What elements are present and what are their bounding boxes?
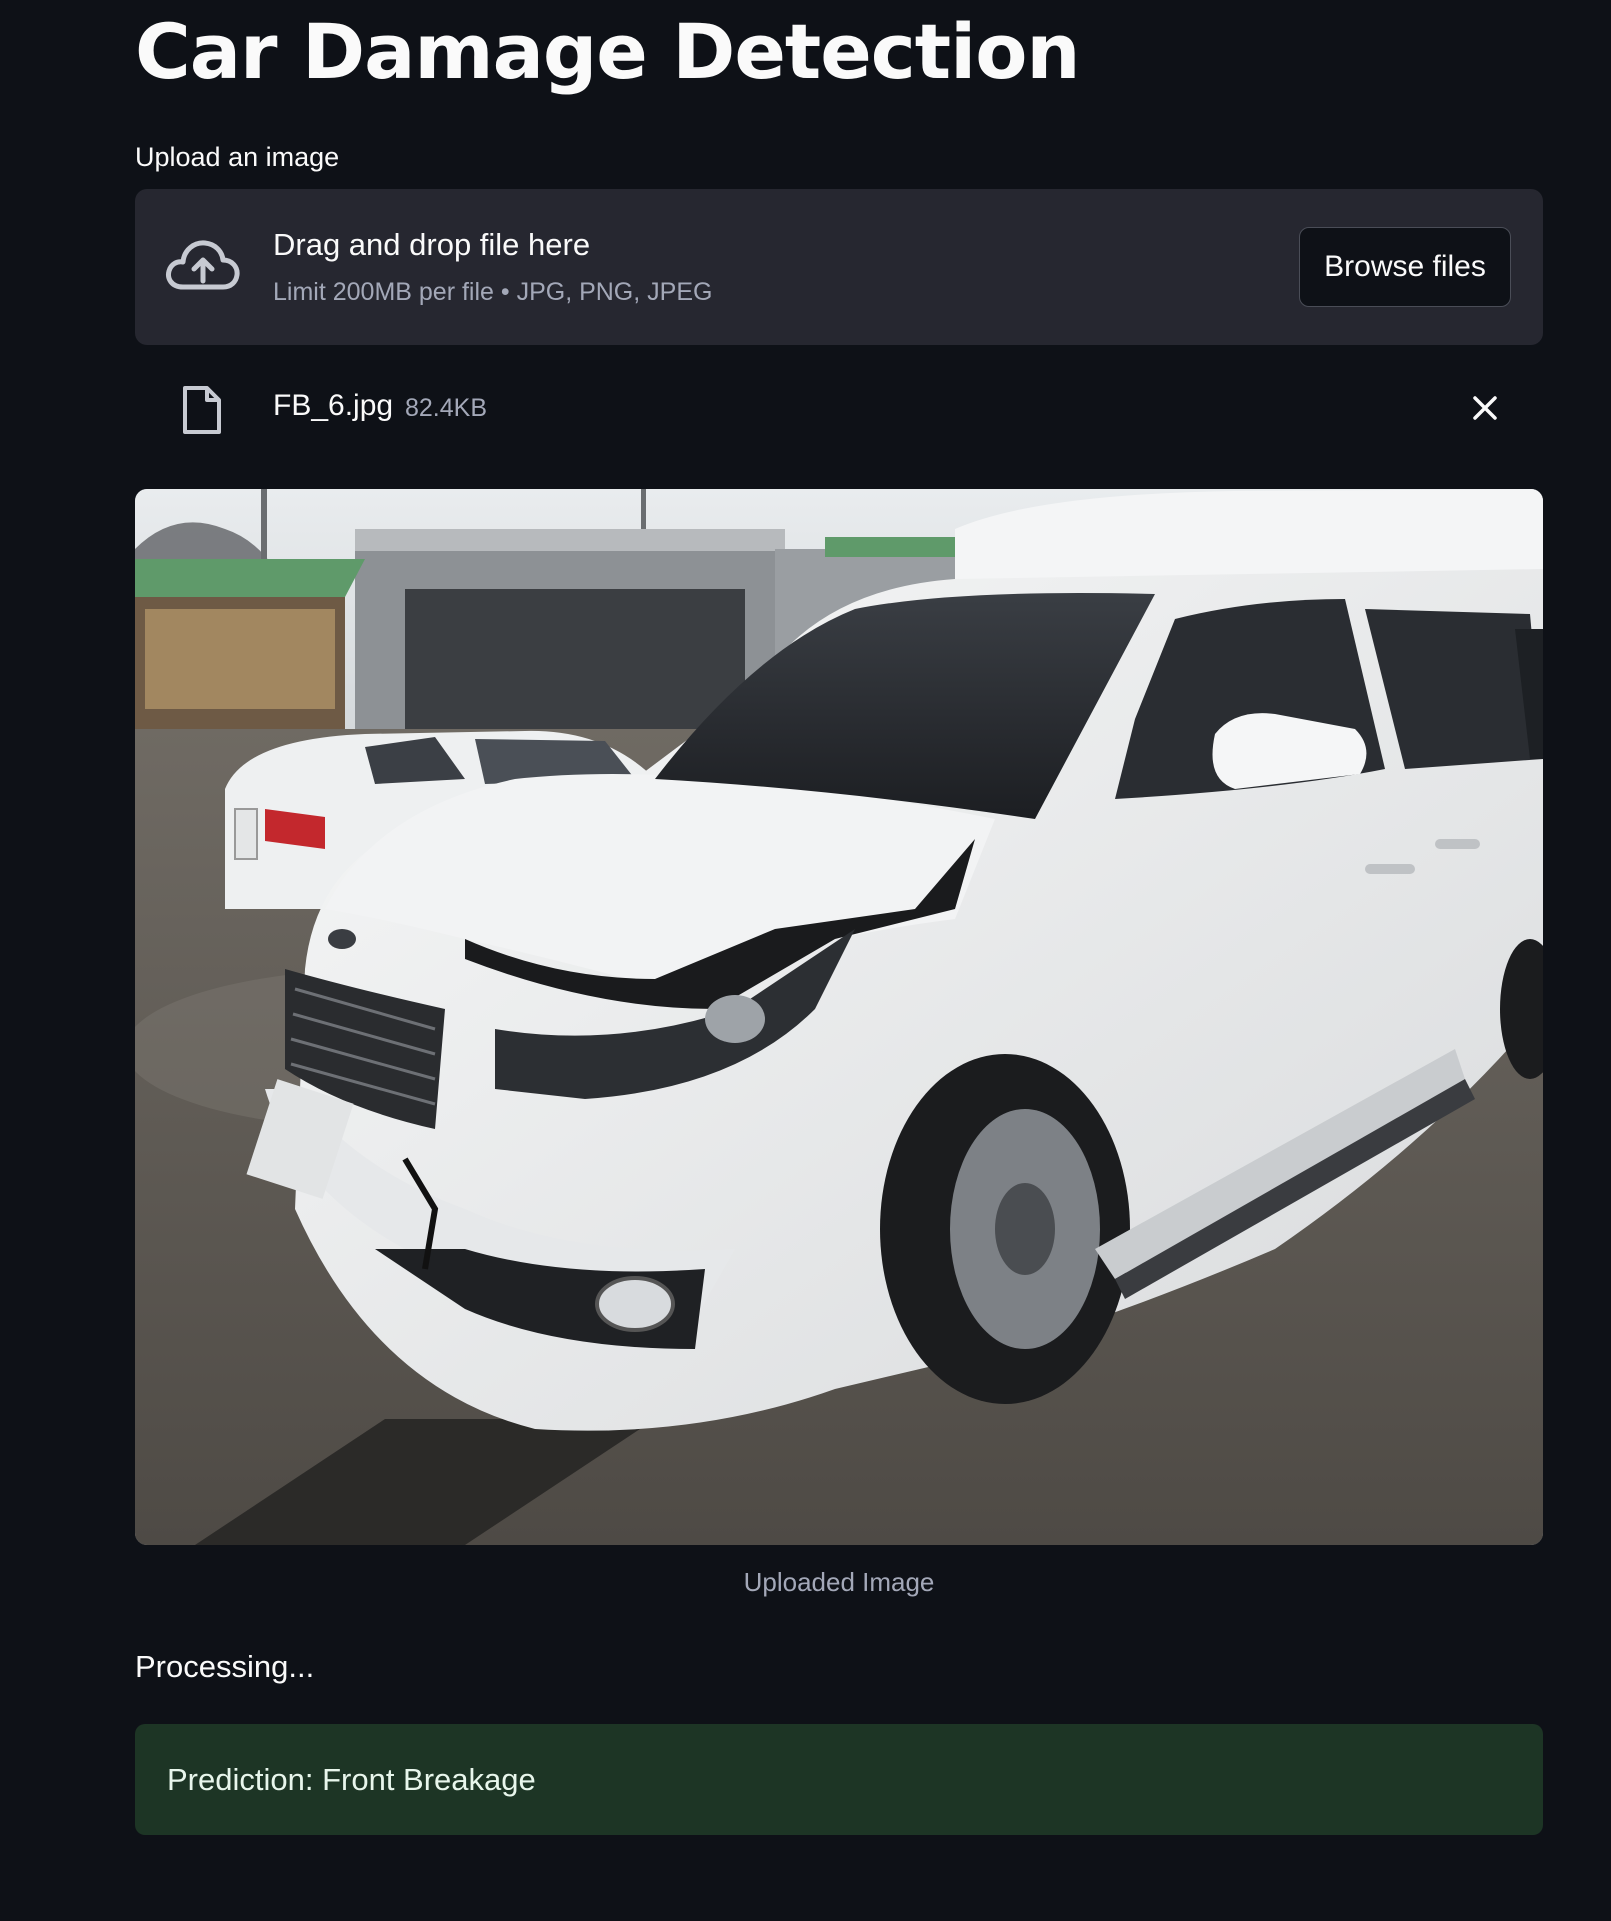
- uploaded-file-name: FB_6.jpg: [273, 389, 394, 422]
- app-page: Car Damage Detection Upload an image Dra…: [0, 0, 1611, 1921]
- image-caption: Uploaded Image: [743, 1567, 935, 1597]
- dropzone-title: Drag and drop file here: [273, 227, 591, 262]
- car-photo: [135, 489, 1543, 1545]
- upload-label: Upload an image: [135, 142, 340, 172]
- cloud-upload-icon: [166, 240, 240, 290]
- page-title: Car Damage Detection: [135, 7, 1081, 96]
- file-icon: [183, 386, 221, 434]
- processing-status: Processing...: [135, 1649, 315, 1684]
- browse-files-button[interactable]: Browse files: [1299, 227, 1511, 307]
- dropzone-subtitle: Limit 200MB per file • JPG, PNG, JPEG: [273, 278, 713, 306]
- prediction-text: Prediction: Front Breakage: [167, 1762, 536, 1797]
- prediction-alert: Prediction: Front Breakage: [135, 1724, 1543, 1835]
- file-dropzone[interactable]: Drag and drop file here Limit 200MB per …: [135, 189, 1543, 345]
- close-icon[interactable]: [1469, 392, 1501, 424]
- uploaded-file-item: FB_6.jpg 82.4KB: [135, 372, 1543, 442]
- uploaded-file-size: 82.4KB: [405, 394, 488, 422]
- uploaded-image: [135, 489, 1543, 1545]
